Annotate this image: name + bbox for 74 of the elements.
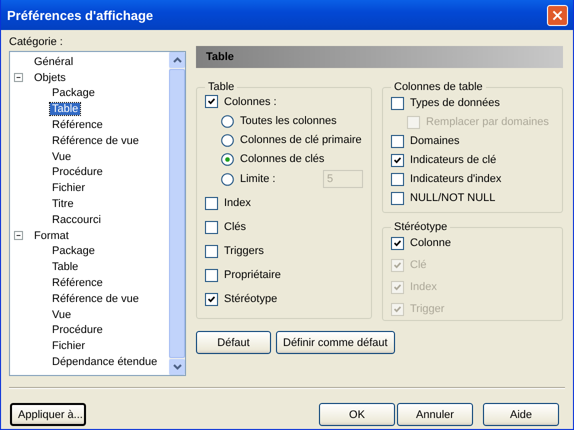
default-button[interactable]: Défaut [196,331,271,354]
checkbox[interactable] [205,268,218,282]
tree-item[interactable]: Table [50,103,80,116]
group-title: Table [207,81,236,93]
checkbox[interactable] [391,192,404,204]
scroll-down-icon[interactable] [172,364,182,370]
checkbox-label: Types de données [410,97,500,109]
checkbox-label: NULL/NOT NULL [410,192,496,204]
checkbox-label: Remplacer par domaines [426,116,549,128]
tree-item[interactable]: Package [50,87,97,100]
checkbox-label: Stéréotype [224,293,278,305]
tree-item[interactable]: Fichier [50,340,88,352]
checkbox[interactable] [205,244,218,258]
tree-item[interactable]: Format [32,230,71,242]
tree-item[interactable]: Vue [50,308,74,321]
radio-button[interactable] [221,152,234,166]
checkbox-label: Triggers [224,245,264,257]
radio-label: Colonnes de clés [240,153,324,165]
scrollbar[interactable] [169,52,185,375]
radio-button[interactable] [221,172,234,186]
checkbox-label: Index [410,281,437,293]
radio-button[interactable] [221,134,234,146]
checkbox-label: Index [224,197,251,209]
tree-item[interactable]: Vue [50,150,74,163]
set-default-button[interactable]: Définir comme défaut [276,331,395,354]
checkbox-label: Colonne [410,237,451,249]
tree-item[interactable]: Procédure [50,324,105,336]
radio-button[interactable] [221,114,234,128]
checkbox[interactable] [205,196,218,210]
collapse-icon[interactable] [14,231,23,240]
tree-item[interactable]: Raccourci [50,214,103,226]
checkbox-label: Clé [410,259,427,271]
dialog-button[interactable]: Annuler [397,403,473,426]
tree-item[interactable]: Package [50,245,97,258]
tree-item[interactable]: Titre [50,198,76,210]
tree-item[interactable]: Référence [50,277,105,290]
checkbox-label: Colonnes : [224,96,277,108]
window-title: Préférences d'affichage [7,8,154,22]
checkbox-label: Clés [224,221,246,233]
category-label: Catégorie : [9,36,64,48]
checkbox-label: Indicateurs d'index [410,173,502,185]
checkbox[interactable] [205,95,218,108]
group-title: Colonnes de table [393,81,484,93]
tree-item[interactable]: Objets [32,72,68,84]
scroll-up-icon[interactable] [172,57,182,63]
dialog-button[interactable]: Aide [483,403,559,426]
checkbox[interactable] [391,172,404,186]
tree-item[interactable]: Général [32,56,76,68]
checkbox-label: Indicateurs de clé [410,154,496,166]
tree-item[interactable]: Fichier [50,182,88,194]
tree-item[interactable]: Dépendance étendue [50,356,160,368]
group-title: Stéréotype [393,221,448,233]
checkbox[interactable] [205,220,218,234]
tree-item[interactable]: Référence de vue [50,134,141,147]
checkbox-label: Trigger [410,303,444,315]
radio-label: Toutes les colonnes [240,115,337,127]
checkbox[interactable] [205,292,218,306]
collapse-icon[interactable] [14,73,23,82]
panel-header: Table [196,46,563,68]
checkbox-label: Propriétaire [224,269,281,281]
tree-item[interactable]: Procédure [50,166,105,178]
checkbox[interactable] [391,236,404,250]
tree-item[interactable]: Référence de vue [50,292,141,305]
radio-label: Limite : [240,173,276,185]
checkbox[interactable] [391,154,404,166]
checkbox[interactable] [391,134,404,148]
tree-item[interactable]: Table [50,261,80,274]
checkbox[interactable] [391,96,404,110]
close-icon[interactable] [547,4,568,26]
checkbox-label: Domaines [410,135,460,147]
tree-item[interactable]: Référence [50,119,105,132]
dialog-button[interactable]: OK [319,403,395,426]
radio-label: Colonnes de clé primaire [240,134,362,146]
apply-to-button[interactable]: Appliquer à... [10,403,86,426]
